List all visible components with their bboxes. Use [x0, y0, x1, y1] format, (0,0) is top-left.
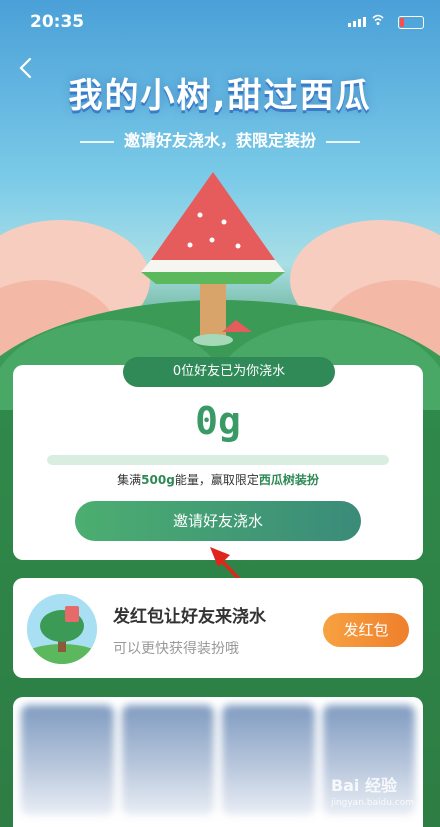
signal-icon [348, 17, 366, 27]
energy-progress-bar [47, 455, 389, 465]
redpack-subtitle: 可以更快获得装扮哦 [113, 641, 239, 657]
hero-subtitle-row: 邀请好友浇水，获限定装扮 [0, 127, 440, 151]
status-bar: 20:35 [0, 0, 440, 44]
energy-goal-text: 集满500g能量，赢取限定西瓜树装扮 [13, 471, 423, 488]
goal-amount: 500g [141, 473, 175, 487]
watermark-url: jingyan.baidu.com [330, 798, 414, 808]
screen: 20:35 我的小树,甜过西瓜 邀请好友浇水，获限定装扮 0位好友已为你浇水 0… [0, 0, 440, 827]
friends-watered-tab: 0位好友已为你浇水 [123, 357, 335, 387]
wifi-icon [372, 14, 384, 25]
divider [79, 140, 114, 143]
baidu-jingyan-watermark: Bai 经验 jingyan.baidu.com [331, 772, 414, 808]
status-time: 20:35 [30, 12, 85, 32]
blurred-content [21, 705, 415, 827]
redpack-card: 发红包让好友来浇水 可以更快获得装扮哦 发红包 [13, 578, 423, 678]
invite-friends-button[interactable]: 邀请好友浇水 [75, 501, 361, 541]
send-redpack-button[interactable]: 发红包 [323, 613, 409, 647]
hero-title: 我的小树,甜过西瓜 [68, 76, 372, 116]
redpack-title: 发红包让好友来浇水 [113, 607, 266, 627]
tree-avatar-icon [27, 594, 97, 664]
divider [326, 140, 360, 143]
friend-tile[interactable] [222, 705, 315, 815]
watermark-brand: Bai 经验 [330, 776, 397, 795]
friend-tile[interactable] [21, 705, 114, 815]
energy-grams: 0g [195, 399, 241, 443]
battery-icon [398, 16, 424, 29]
friend-tile[interactable] [121, 705, 214, 815]
watering-progress-card: 0位好友已为你浇水 0g 集满500g能量，赢取限定西瓜树装扮 邀请好友浇水 [13, 357, 423, 560]
goal-prefix: 集满 [117, 473, 142, 487]
goal-middle: 能量，赢取限定 [174, 473, 259, 487]
hero-subtitle: 邀请好友浇水，获限定装扮 [123, 131, 316, 150]
goal-reward: 西瓜树装扮 [258, 473, 319, 487]
